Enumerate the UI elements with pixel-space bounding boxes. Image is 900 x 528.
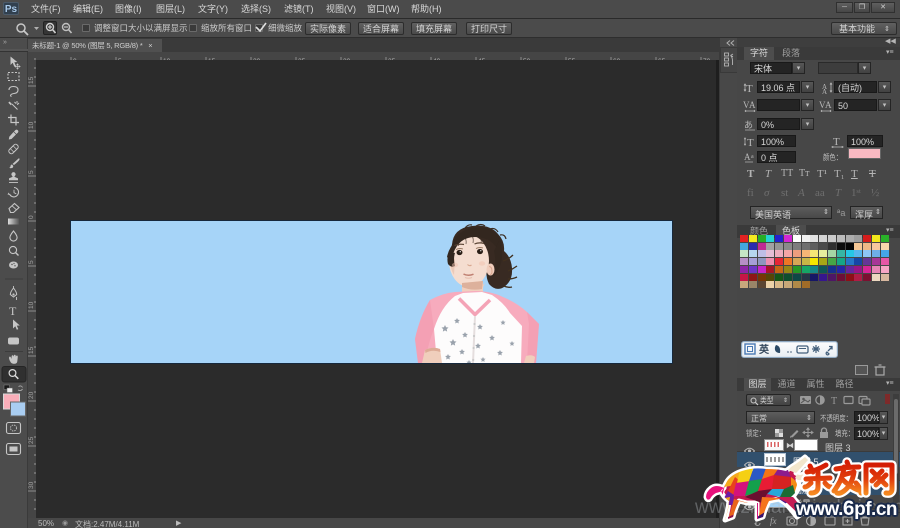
svg-text:5: 5 xyxy=(28,260,35,264)
svg-text:15: 15 xyxy=(28,346,35,354)
svg-text:25: 25 xyxy=(28,436,35,444)
svg-text:0: 0 xyxy=(28,215,35,219)
svg-text:A: A xyxy=(749,100,756,110)
svg-text:20: 20 xyxy=(28,391,35,399)
svg-text:T: T xyxy=(9,304,17,318)
svg-text:A: A xyxy=(825,100,832,110)
svg-text:10: 10 xyxy=(28,301,35,309)
svg-text:10: 10 xyxy=(28,121,35,129)
svg-text:5: 5 xyxy=(28,170,35,174)
svg-text:T: T xyxy=(831,396,837,406)
svg-text:英: 英 xyxy=(758,343,770,356)
svg-text:30: 30 xyxy=(28,481,35,489)
svg-text:T: T xyxy=(833,136,840,148)
svg-text:T: T xyxy=(747,137,754,148)
svg-text:A: A xyxy=(744,152,751,162)
svg-text:T: T xyxy=(746,83,753,94)
svg-text:A: A xyxy=(822,88,827,94)
svg-text:a: a xyxy=(751,154,754,160)
svg-text:あ: あ xyxy=(744,120,753,130)
svg-text:15: 15 xyxy=(28,76,35,84)
